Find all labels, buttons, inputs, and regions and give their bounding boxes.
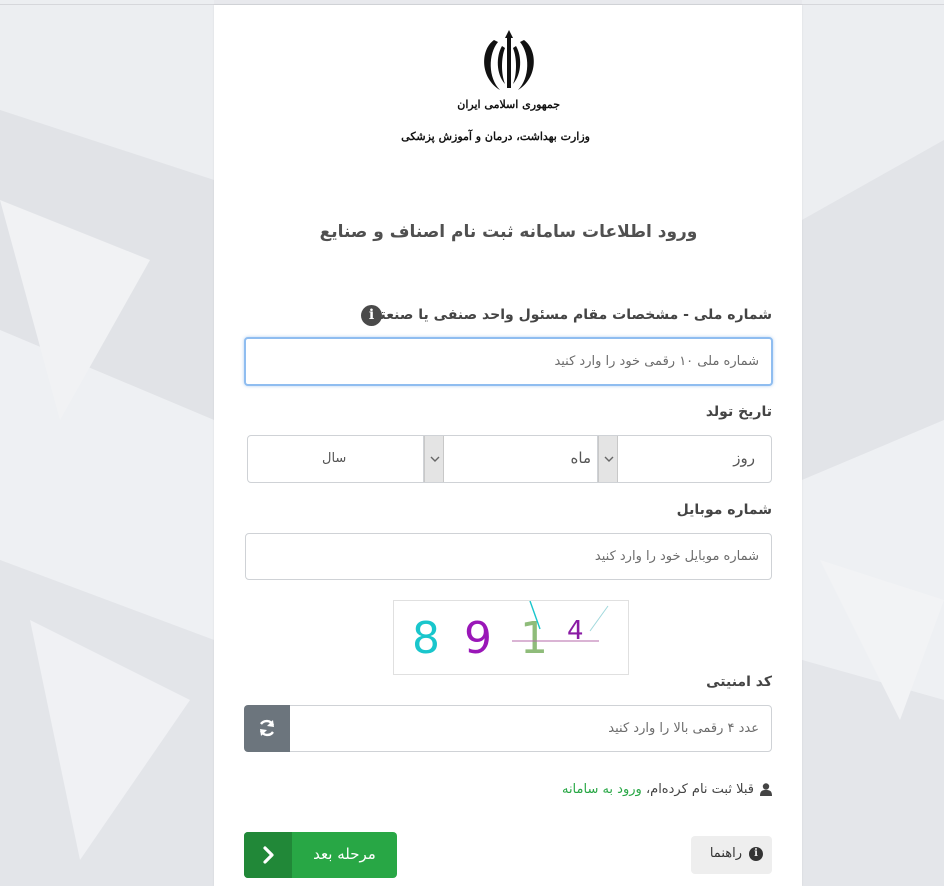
year-select[interactable]: سال [247, 435, 424, 483]
captcha-image: 8 9 1 4 [393, 600, 629, 675]
month-select-arrow[interactable] [424, 436, 444, 482]
national-id-label: شماره ملی - مشخصات مقام مسئول واحد صنفی … [366, 307, 772, 323]
mobile-input[interactable] [245, 533, 772, 580]
month-select[interactable]: ماه [423, 435, 598, 483]
day-select-arrow[interactable] [598, 436, 618, 482]
refresh-captcha-button[interactable] [244, 705, 290, 752]
captcha-digit-1: 8 [412, 613, 440, 664]
year-select-value: سال [322, 451, 347, 466]
chevron-left-icon [263, 846, 274, 864]
next-step-button[interactable]: مرحله بعد [244, 832, 397, 878]
next-step-chevron [244, 832, 292, 878]
captcha-graphic: 8 9 1 4 [412, 600, 609, 664]
refresh-icon [259, 719, 275, 737]
user-icon [760, 783, 772, 796]
logo-line2: وزارت بهداشت، درمان و آموزش پزشکی [401, 130, 590, 143]
already-registered-text: قبلا ثبت نام کرده‌ام، [645, 782, 754, 797]
info-circle-icon: i [749, 847, 763, 861]
iran-emblem-icon [484, 30, 534, 90]
login-link[interactable]: ورود به سامانه [562, 782, 642, 797]
logo-line1: جمهوری اسلامی ایران [457, 98, 560, 111]
next-step-label: مرحله بعد [313, 845, 376, 863]
security-code-label: کد امنیتی [706, 674, 772, 690]
day-select[interactable]: روز [597, 435, 772, 483]
chevron-down-icon [430, 456, 440, 462]
already-registered-row: قبلا ثبت نام کرده‌ام، ورود به سامانه [562, 782, 772, 797]
guide-button[interactable]: i راهنما [691, 836, 772, 874]
page-title: ورود اطلاعات سامانه ثبت نام اصناف و صنای… [319, 222, 698, 242]
birth-date-label: تاریخ تولد [705, 404, 772, 420]
mobile-label: شماره موبایل [676, 502, 772, 518]
info-circle-icon[interactable]: i [361, 305, 382, 326]
month-select-value: ماه [570, 449, 591, 467]
captcha-digit-2: 9 [464, 613, 492, 664]
day-select-value: روز [733, 449, 755, 467]
chevron-down-icon [604, 456, 614, 462]
security-code-input[interactable] [289, 705, 772, 752]
national-id-input[interactable] [244, 337, 773, 386]
captcha-digit-3: 1 [520, 613, 548, 664]
guide-button-label: راهنما [709, 846, 742, 861]
